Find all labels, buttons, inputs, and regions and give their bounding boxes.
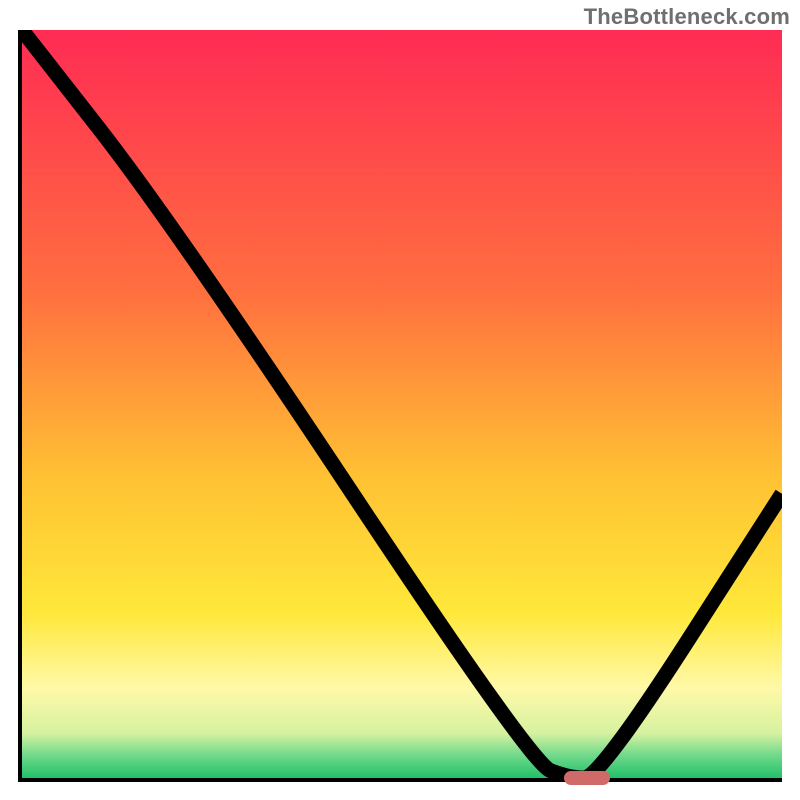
optimal-marker <box>564 771 610 785</box>
chart-container: TheBottleneck.com <box>0 0 800 800</box>
watermark: TheBottleneck.com <box>584 4 790 30</box>
plot-area <box>18 30 782 782</box>
bottleneck-curve <box>22 30 782 778</box>
